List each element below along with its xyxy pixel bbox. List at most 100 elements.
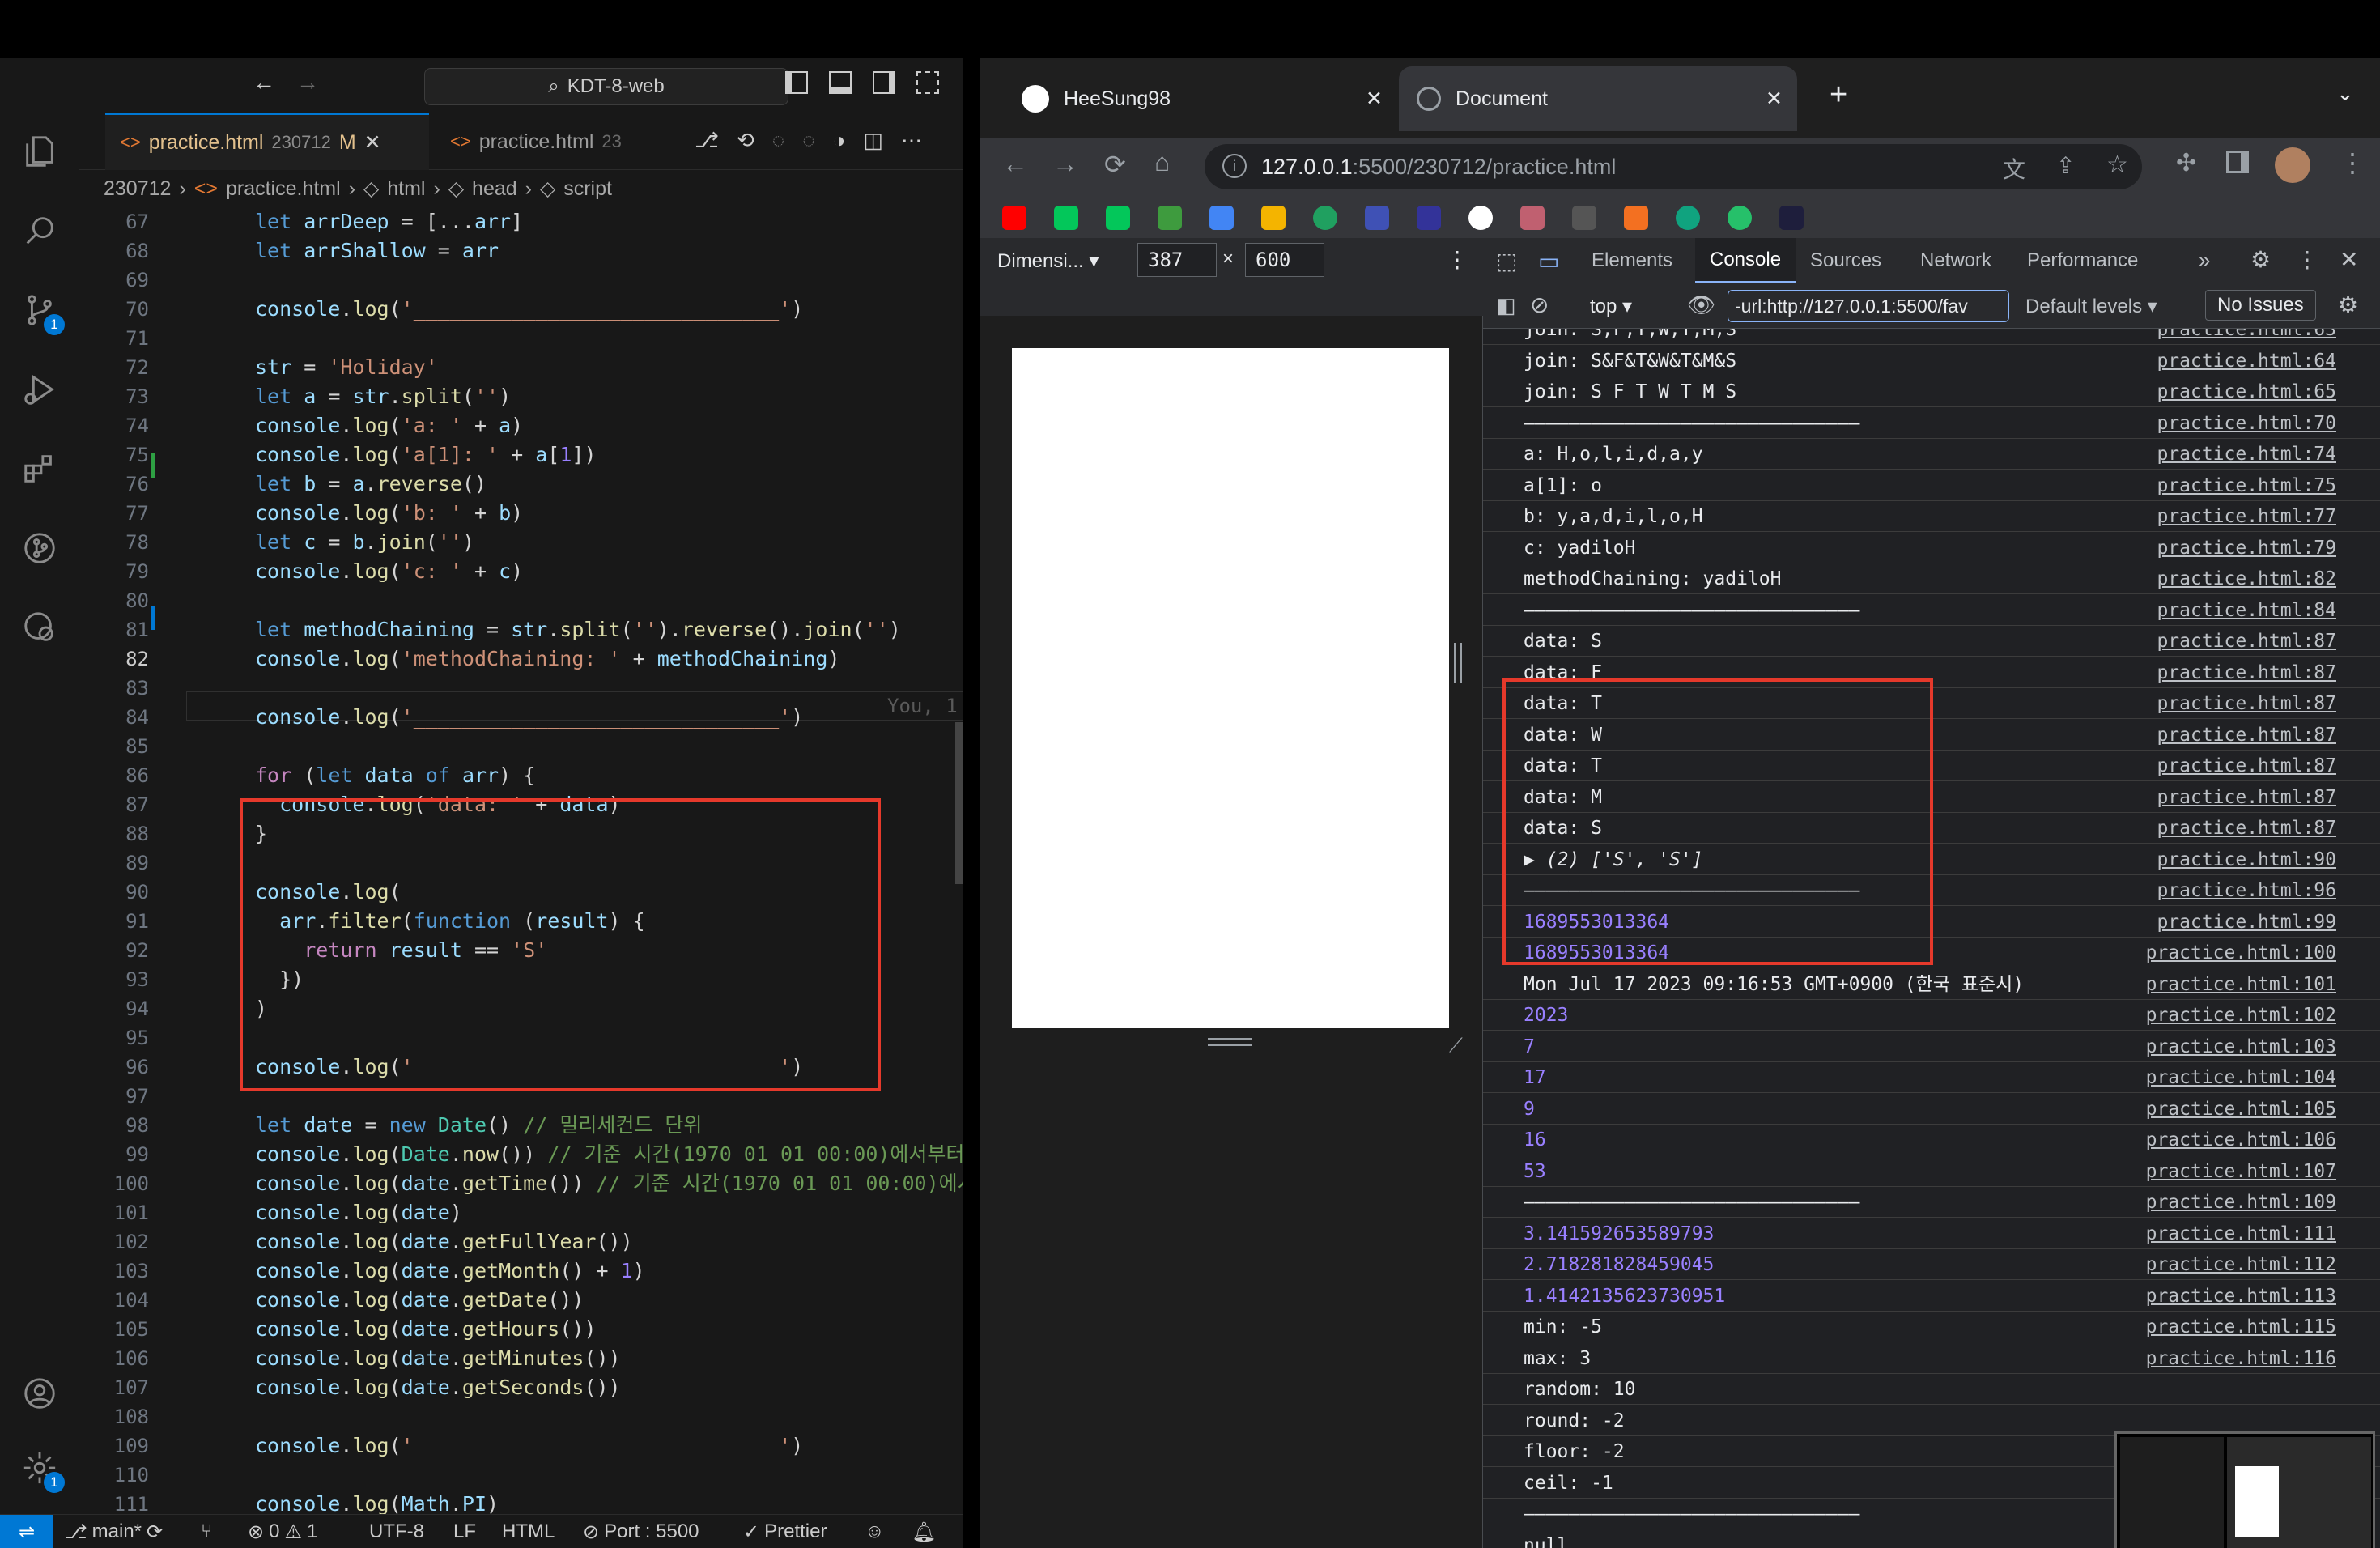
breadcrumb-html[interactable]: html xyxy=(387,177,425,201)
log-levels-dropdown[interactable]: Default levels ▾ xyxy=(2025,295,2157,318)
console-message[interactable]: a[1]: o practice.html:75 xyxy=(1483,470,2380,501)
bookmark-icon[interactable] xyxy=(1728,206,1752,230)
console-source-link[interactable]: practice.html:107 xyxy=(2146,1156,2336,1187)
console-message[interactable]: data: S practice.html:87 xyxy=(1483,626,2380,657)
inspect-element-icon[interactable]: ⬚ xyxy=(1496,248,1517,274)
forward-arrow-icon[interactable]: → xyxy=(1052,149,1078,179)
share-icon[interactable]: ⇪ xyxy=(2056,152,2075,179)
live-expression-eye-icon[interactable]: 👁︎ xyxy=(1687,291,1716,318)
device-width-input[interactable]: 387 xyxy=(1137,243,1217,277)
console-source-link[interactable]: practice.html:90 xyxy=(2157,844,2336,875)
nav-back-icon[interactable]: ← xyxy=(253,70,275,96)
reload-icon[interactable]: ⟳ xyxy=(1104,149,1126,180)
console-source-link[interactable]: practice.html:87 xyxy=(2157,720,2336,751)
console-message[interactable]: 9 practice.html:105 xyxy=(1483,1094,2380,1125)
console-message[interactable]: —————————————————————————————— practice.h… xyxy=(1483,1187,2380,1218)
resize-handle-right[interactable] xyxy=(1454,643,1462,683)
console-source-link[interactable]: practice.html:111 xyxy=(2146,1218,2336,1249)
console-source-link[interactable]: practice.html:70 xyxy=(2157,408,2336,439)
timeline-icon[interactable]: ◑ xyxy=(833,128,846,153)
console-source-link[interactable]: practice.html:115 xyxy=(2146,1312,2336,1342)
context-selector[interactable]: top ▾ xyxy=(1590,295,1632,318)
console-message[interactable]: 2.718281828459045 practice.html:112 xyxy=(1483,1249,2380,1280)
toggle-panel-icon[interactable] xyxy=(829,71,852,94)
customize-layout-icon[interactable] xyxy=(916,71,939,94)
breadcrumb-script[interactable]: script xyxy=(563,177,612,201)
issues-button[interactable]: No Issues xyxy=(2205,290,2316,321)
new-tab-plus-icon[interactable]: + xyxy=(1830,78,1847,113)
console-source-link[interactable]: practice.html:100 xyxy=(2146,938,2336,968)
browser-tab-github[interactable]: HeeSung98 ✕ xyxy=(1004,66,1397,131)
console-filter-input[interactable]: -url:http://127.0.0.1:5500/fav xyxy=(1728,290,2009,322)
tab-network[interactable]: Network xyxy=(1906,238,2006,283)
git-graph-status-icon[interactable]: ⑂ xyxy=(201,1515,212,1548)
console-message[interactable]: 7 practice.html:103 xyxy=(1483,1031,2380,1062)
side-panel-icon[interactable] xyxy=(2226,151,2249,173)
naver-icon[interactable] xyxy=(1106,206,1130,230)
branch-status[interactable]: ⎇ main* ⟳ xyxy=(65,1515,163,1548)
home-icon[interactable]: ⌂ xyxy=(1154,147,1170,177)
more-actions-icon[interactable]: ⋯ xyxy=(901,128,922,153)
console-message[interactable]: 1.4142135623730951 practice.html:113 xyxy=(1483,1281,2380,1312)
close-icon[interactable]: ✕ xyxy=(1766,87,1783,111)
console-source-link[interactable]: practice.html:96 xyxy=(2157,875,2336,906)
console-source-link[interactable]: practice.html:109 xyxy=(2146,1187,2336,1218)
more-tabs-icon[interactable]: » xyxy=(2199,248,2210,273)
console-source-link[interactable]: practice.html:101 xyxy=(2146,969,2336,1000)
console-message[interactable]: 53 practice.html:107 xyxy=(1483,1156,2380,1187)
split-editor-icon[interactable]: ◫ xyxy=(863,128,883,153)
chatgpt-icon[interactable] xyxy=(1676,206,1700,230)
bookmark-icon[interactable] xyxy=(1572,206,1596,230)
console-message[interactable]: —————————————————————————————— practice.h… xyxy=(1483,595,2380,626)
remote-indicator[interactable]: ⇌ xyxy=(0,1515,53,1548)
menu-kebab-icon[interactable]: ⋮ xyxy=(2340,147,2365,178)
console-source-link[interactable]: practice.html:99 xyxy=(2157,907,2336,938)
screen-thumbnail-preview[interactable] xyxy=(2114,1431,2375,1548)
console-source-link[interactable]: practice.html:103 xyxy=(2146,1031,2336,1062)
translate-icon[interactable]: 文 xyxy=(2003,152,2025,185)
search-icon[interactable] xyxy=(19,211,60,251)
explorer-icon[interactable] xyxy=(19,131,60,172)
devtools-menu-icon[interactable]: ⋮ xyxy=(2296,246,2318,273)
console-source-link[interactable]: practice.html:87 xyxy=(2157,782,2336,813)
back-arrow-icon[interactable]: ← xyxy=(1002,149,1028,179)
device-height-input[interactable]: 600 xyxy=(1245,243,1324,277)
console-message[interactable]: join: S F T W T M S practice.html:65 xyxy=(1483,376,2380,407)
breadcrumb-file[interactable]: practice.html xyxy=(226,177,341,201)
console-source-link[interactable]: practice.html:102 xyxy=(2146,1000,2336,1031)
source-control-icon[interactable]: 1 xyxy=(19,290,65,335)
console-message[interactable]: join: S,F,T,W,T,M,S practice.html:63 xyxy=(1483,329,2380,345)
go-forward-icon[interactable]: ◌ xyxy=(802,128,814,153)
console-source-link[interactable]: practice.html:106 xyxy=(2146,1125,2336,1155)
notifications-bell-icon[interactable]: 🔔︎ xyxy=(912,1515,936,1548)
site-info-icon[interactable]: i xyxy=(1222,154,1247,178)
bookmark-icon[interactable] xyxy=(1365,206,1389,230)
language-status[interactable]: HTML xyxy=(502,1515,555,1548)
prettier-status[interactable]: ✓ Prettier xyxy=(743,1515,827,1548)
breadcrumb-head[interactable]: head xyxy=(472,177,517,201)
console-source-link[interactable]: practice.html:87 xyxy=(2157,813,2336,844)
device-toggle-icon[interactable]: ▭ xyxy=(1538,248,1559,274)
eol-status[interactable]: LF xyxy=(453,1515,476,1548)
resize-corner-icon[interactable]: ⟋ xyxy=(1449,1035,1463,1057)
image-icon[interactable] xyxy=(1261,206,1286,230)
tab-search-chevron-icon[interactable]: ⌄ xyxy=(2336,81,2354,106)
tab-sources[interactable]: Sources xyxy=(1796,238,1896,283)
bookmark-icon[interactable] xyxy=(1624,206,1648,230)
sidebar-toggle-icon[interactable]: ◧ xyxy=(1496,293,1516,318)
console-source-link[interactable]: practice.html:64 xyxy=(2157,346,2336,376)
account-icon[interactable] xyxy=(19,1373,60,1414)
page-viewport[interactable] xyxy=(1012,348,1449,1028)
console-source-link[interactable]: practice.html:82 xyxy=(2157,563,2336,594)
tab-practice-second[interactable]: <> practice.html 23 xyxy=(436,113,662,170)
accounts-status-icon[interactable]: ☺ xyxy=(865,1515,885,1548)
close-icon[interactable]: ✕ xyxy=(364,130,381,155)
console-source-link[interactable]: practice.html:105 xyxy=(2146,1094,2336,1125)
remote-explorer-icon[interactable] xyxy=(19,607,60,648)
console-message[interactable]: 17 practice.html:104 xyxy=(1483,1062,2380,1093)
clear-console-icon[interactable]: ⊘ xyxy=(1530,291,1549,318)
console-source-link[interactable]: practice.html:112 xyxy=(2146,1249,2336,1280)
toggle-secondary-sidebar-icon[interactable] xyxy=(873,71,895,94)
encoding-status[interactable]: UTF-8 xyxy=(369,1515,424,1548)
console-message[interactable]: b: y,a,d,i,l,o,H practice.html:77 xyxy=(1483,501,2380,532)
